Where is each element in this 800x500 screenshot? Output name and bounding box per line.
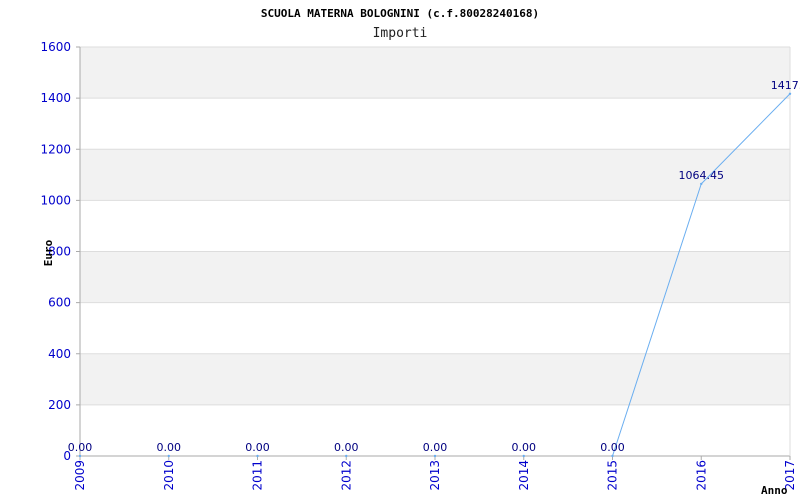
data-point xyxy=(256,454,259,458)
data-point xyxy=(167,454,170,458)
chart-subtitle: Importi xyxy=(373,26,428,41)
x-tick-labels: 2009 2010 2011 2012 2013 2014 2015 2016 2017 xyxy=(73,460,797,491)
x-tick-label: 2016 xyxy=(694,460,708,491)
data-label: 0.00 xyxy=(334,441,359,454)
y-tick-label: 1000 xyxy=(40,193,71,207)
data-point xyxy=(433,454,437,458)
grid-band xyxy=(80,98,790,150)
data-label: 0.00 xyxy=(245,441,270,454)
data-label: 0.00 xyxy=(157,441,182,454)
data-point xyxy=(345,454,348,458)
y-tick-label: 600 xyxy=(48,296,71,310)
data-point xyxy=(700,182,703,186)
data-point xyxy=(78,454,82,458)
grid-band xyxy=(80,302,790,354)
y-tick-label: 400 xyxy=(48,347,71,361)
data-label: 0.00 xyxy=(512,441,537,454)
data-label: 1064.45 xyxy=(679,169,725,182)
grid-band xyxy=(80,47,790,99)
x-axis-title: Anno xyxy=(761,484,788,497)
grid-bands xyxy=(80,46,790,457)
x-tick-label: 2010 xyxy=(162,460,176,491)
x-tick-label: 2013 xyxy=(428,460,442,491)
grid-band xyxy=(80,251,790,303)
data-label: 0.00 xyxy=(423,441,448,454)
data-point xyxy=(788,92,792,95)
y-tick-label: 1400 xyxy=(40,91,71,105)
data-label: 1417.0 xyxy=(771,79,800,92)
data-point xyxy=(522,454,525,458)
grid-band xyxy=(80,200,790,252)
data-label: 0.00 xyxy=(600,441,625,454)
chart-root: SCUOLA MATERNA BOLOGNINI (c.f.8002824016… xyxy=(0,0,800,500)
line-chart: SCUOLA MATERNA BOLOGNINI (c.f.8002824016… xyxy=(40,7,800,497)
y-tick-label: 1600 xyxy=(40,40,71,54)
y-axis-title: Euro xyxy=(42,239,55,266)
data-point xyxy=(611,454,614,458)
x-tick-label: 2014 xyxy=(517,460,531,491)
x-tick-label: 2009 xyxy=(73,460,87,491)
grid-band xyxy=(80,353,790,405)
y-tick-label: 200 xyxy=(48,398,71,412)
y-tick-label: 1200 xyxy=(40,142,71,156)
x-tick-label: 2011 xyxy=(251,460,265,491)
data-label: 0.00 xyxy=(68,441,93,454)
chart-title: SCUOLA MATERNA BOLOGNINI (c.f.8002824016… xyxy=(261,7,539,20)
x-tick-label: 2012 xyxy=(339,460,353,491)
x-tick-label: 2015 xyxy=(606,460,620,491)
